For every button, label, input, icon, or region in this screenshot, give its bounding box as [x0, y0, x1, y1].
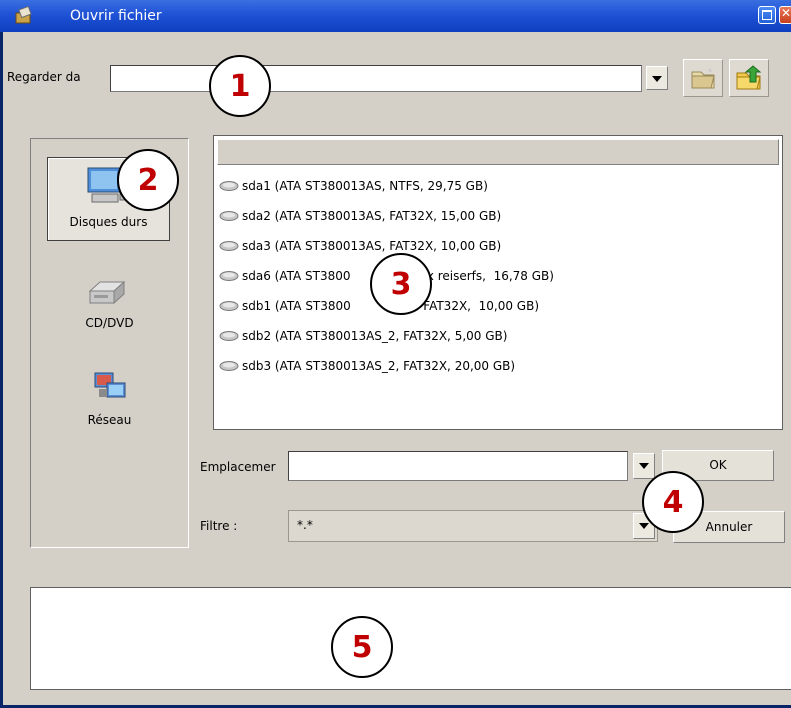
sidebar-item-label: CD/DVD — [85, 316, 134, 330]
file-name: sda3 (ATA ST380013AS, FAT32X, 10,00 GB) — [242, 239, 502, 253]
parent-folder-button[interactable] — [729, 59, 769, 97]
file-name: sda1 (ATA ST380013AS, NTFS, 29,75 GB) — [242, 179, 488, 193]
callout-1: 1 — [209, 55, 271, 117]
new-folder-icon — [691, 68, 715, 89]
disk-icon — [219, 301, 239, 311]
cd-dvd-drive-icon — [88, 280, 126, 305]
folder-up-icon — [736, 65, 762, 90]
list-item[interactable]: sdb2 (ATA ST380013AS_2, FAT32X, 5,00 GB) — [219, 326, 507, 346]
look-in-input[interactable] — [111, 66, 641, 91]
preview-area — [30, 587, 791, 690]
sidebar-item-network[interactable]: Réseau — [31, 365, 188, 435]
title-bar: Ouvrir fichier — [0, 0, 791, 32]
list-item[interactable]: sdb3 (ATA ST380013AS_2, FAT32X, 20,00 GB… — [219, 356, 515, 376]
sidebar-item-label: Réseau — [87, 413, 132, 427]
app-icon — [14, 5, 36, 26]
location-field[interactable] — [288, 451, 628, 481]
close-icon[interactable] — [779, 6, 791, 24]
location-dropdown-button[interactable] — [633, 453, 655, 479]
list-item[interactable]: sda2 (ATA ST380013AS, FAT32X, 15,00 GB) — [219, 206, 501, 226]
disk-icon — [219, 361, 239, 371]
look-in-dropdown-button[interactable] — [646, 66, 668, 90]
new-folder-button[interactable] — [683, 59, 723, 97]
file-name: sdb3 (ATA ST380013AS_2, FAT32X, 20,00 GB… — [242, 359, 516, 373]
callout-5: 5 — [331, 616, 393, 678]
callout-3: 3 — [370, 253, 432, 315]
look-in-label: Regarder da — [7, 70, 81, 84]
list-item[interactable]: sda3 (ATA ST380013AS, FAT32X, 10,00 GB) — [219, 236, 501, 256]
look-in-field[interactable] — [110, 65, 642, 92]
sidebar-item-cd-dvd[interactable]: CD/DVD — [31, 279, 188, 339]
window-title: Ouvrir fichier — [70, 8, 162, 24]
filter-value: *.* — [297, 518, 313, 532]
open-file-dialog: Regarder da Disques durs CD/DVD Réseau s… — [3, 32, 791, 705]
disk-icon — [219, 331, 239, 341]
filter-select[interactable]: *.* — [288, 510, 658, 542]
location-label: Emplacemer — [200, 460, 276, 474]
file-name: sda2 (ATA ST380013AS, FAT32X, 15,00 GB) — [242, 209, 502, 223]
disk-icon — [219, 211, 239, 221]
network-icon — [94, 372, 126, 398]
disk-icon — [219, 271, 239, 281]
callout-4: 4 — [642, 471, 704, 533]
disk-icon — [219, 181, 239, 191]
sidebar-item-label: Disques durs — [69, 215, 148, 229]
maximize-icon[interactable] — [758, 6, 776, 24]
file-list[interactable]: sda1 (ATA ST380013AS, NTFS, 29,75 GB) sd… — [213, 135, 783, 430]
location-input[interactable] — [289, 452, 627, 480]
callout-2: 2 — [117, 149, 179, 211]
file-list-header[interactable] — [217, 139, 779, 165]
filter-label: Filtre : — [200, 519, 238, 533]
file-name: sdb2 (ATA ST380013AS_2, FAT32X, 5,00 GB) — [242, 329, 508, 343]
list-item[interactable]: sda1 (ATA ST380013AS, NTFS, 29,75 GB) — [219, 176, 488, 196]
disk-icon — [219, 241, 239, 251]
